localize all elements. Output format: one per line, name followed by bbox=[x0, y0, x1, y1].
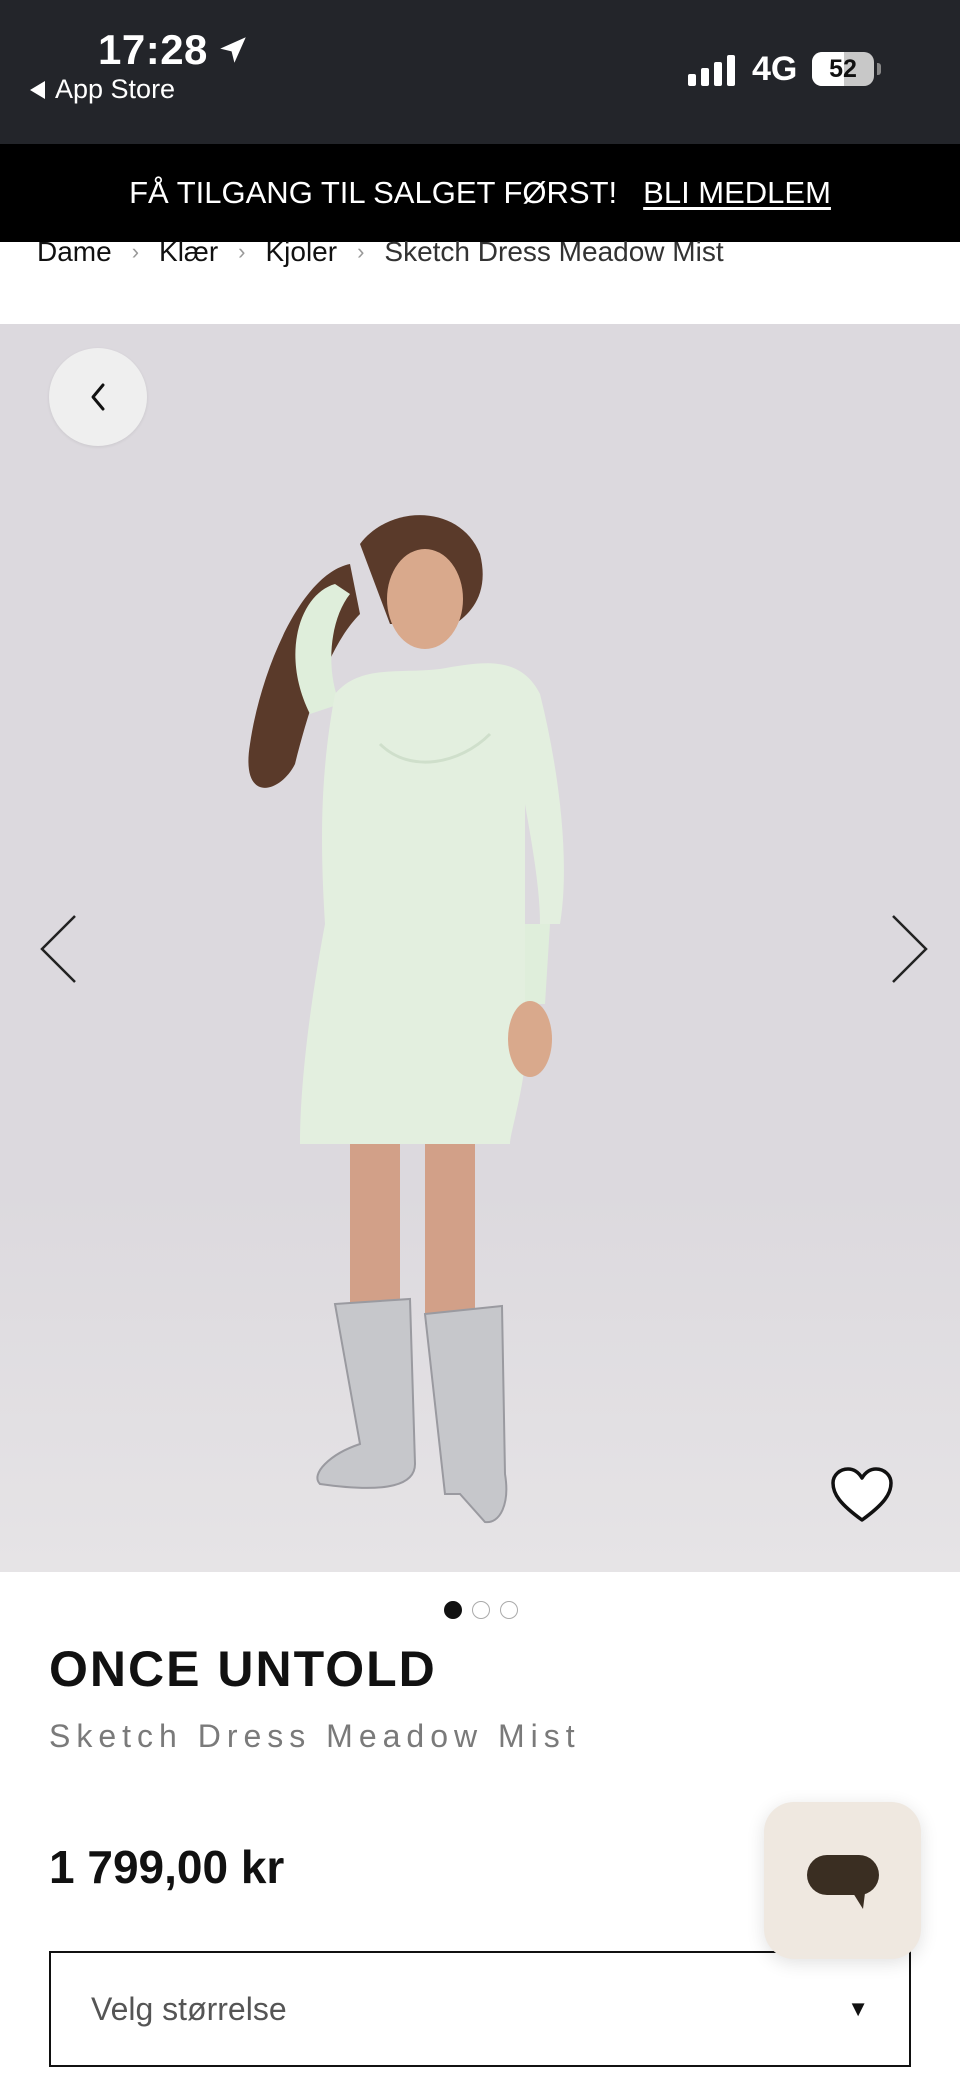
network-type: 4G bbox=[752, 50, 798, 88]
product-brand[interactable]: ONCE UNTOLD bbox=[49, 1640, 437, 1698]
back-app-label: App Store bbox=[55, 74, 176, 104]
product-photo-model bbox=[248, 515, 564, 1524]
product-name: Sketch Dress Meadow Mist bbox=[49, 1718, 581, 1754]
chat-button[interactable] bbox=[764, 1802, 921, 1959]
breadcrumb-item-kjoler[interactable]: Kjoler bbox=[265, 236, 337, 268]
back-triangle-icon bbox=[30, 80, 45, 99]
next-image-arrow-icon[interactable] bbox=[878, 904, 938, 994]
status-time-text: 17:28 bbox=[98, 26, 208, 73]
promo-banner: FÅ TILGANG TIL SALGET FØRST! BLI MEDLEM bbox=[0, 144, 960, 242]
previous-image-arrow-icon[interactable] bbox=[30, 904, 90, 994]
breadcrumb-separator-icon: › bbox=[357, 239, 365, 264]
image-pagination bbox=[444, 1601, 518, 1619]
breadcrumb-current: Sketch Dress Meadow Mist bbox=[384, 236, 724, 267]
breadcrumb-item-dame[interactable]: Dame bbox=[37, 236, 112, 268]
become-member-link[interactable]: BLI MEDLEM bbox=[643, 175, 831, 211]
pagination-dot[interactable] bbox=[472, 1601, 490, 1619]
heart-icon[interactable] bbox=[830, 1466, 894, 1524]
breadcrumb: Dame › Klær › Kjoler › Sketch Dress Mead… bbox=[37, 236, 724, 268]
battery-cap bbox=[877, 63, 881, 75]
location-arrow-icon bbox=[220, 37, 246, 63]
back-button[interactable] bbox=[49, 348, 147, 446]
battery-icon: 52 bbox=[812, 52, 874, 86]
back-to-app-store[interactable]: App Store bbox=[30, 74, 175, 105]
cellular-signal-icon bbox=[688, 54, 735, 86]
chat-bubble-icon bbox=[806, 1854, 879, 1909]
dropdown-caret-icon: ▼ bbox=[847, 1996, 869, 2021]
pagination-dot[interactable] bbox=[500, 1601, 518, 1619]
breadcrumb-separator-icon: › bbox=[238, 239, 246, 264]
pagination-dot-active[interactable] bbox=[444, 1601, 462, 1619]
size-select-placeholder: Velg størrelse bbox=[91, 1990, 287, 2027]
status-time: 17:28 bbox=[98, 26, 250, 74]
breadcrumb-item-klaer[interactable]: Klær bbox=[159, 236, 218, 268]
chevron-left-icon bbox=[91, 383, 105, 411]
product-price: 1 799,00 kr bbox=[49, 1841, 285, 1893]
battery-percent: 52 bbox=[829, 54, 857, 83]
promo-text: FÅ TILGANG TIL SALGET FØRST! bbox=[129, 175, 618, 210]
product-image-gallery[interactable] bbox=[0, 324, 960, 1572]
breadcrumb-separator-icon: › bbox=[131, 239, 140, 264]
status-bar: 17:28 App Store 4G 52 bbox=[0, 0, 960, 144]
size-select[interactable]: Velg størrelse ▼ bbox=[49, 1951, 911, 2067]
